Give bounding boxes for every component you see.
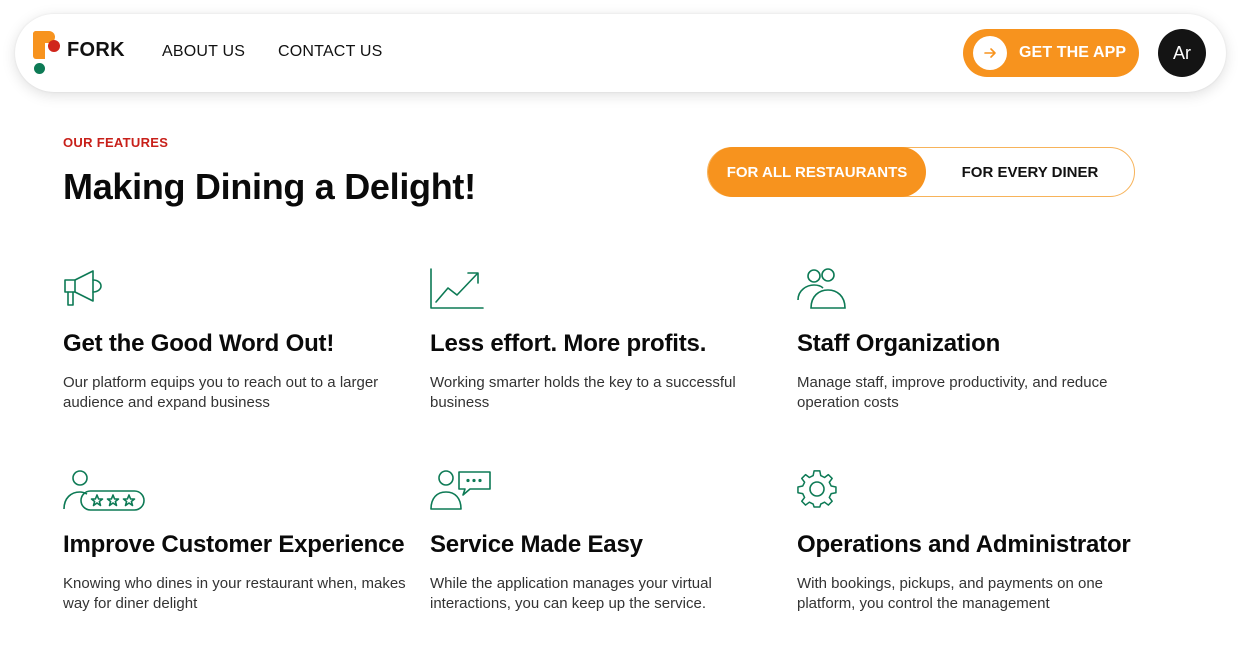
brand-name: FORK xyxy=(67,38,125,61)
megaphone-icon xyxy=(63,268,408,312)
growth-chart-icon xyxy=(430,268,775,312)
feature-title: Service Made Easy xyxy=(430,531,643,558)
nav-link-contact-us[interactable]: CONTACT US xyxy=(278,43,383,61)
section-eyebrow: OUR FEATURES xyxy=(63,135,169,150)
section-headline: Making Dining a Delight! xyxy=(63,166,476,207)
toggle-for-all-restaurants[interactable]: FOR ALL RESTAURANTS xyxy=(708,147,926,197)
feature-description: Our platform equips you to reach out to … xyxy=(63,374,379,411)
feature-card: Less effort. More profits. Working smart… xyxy=(430,268,775,411)
feature-card: Get the Good Word Out! Our platform equi… xyxy=(63,268,408,411)
feature-title: Improve Customer Experience xyxy=(63,531,405,558)
feature-description: With bookings, pickups, and payments on … xyxy=(797,575,1104,612)
audience-toggle: FOR ALL RESTAURANTS FOR EVERY DINER xyxy=(707,147,1135,197)
feature-description: Manage staff, improve productivity, and … xyxy=(797,374,1108,411)
chat-support-icon xyxy=(430,469,775,513)
toggle-for-every-diner[interactable]: FOR EVERY DINER xyxy=(926,148,1134,196)
top-navbar: FORK ABOUT US CONTACT US GET THE APP Ar xyxy=(15,14,1226,92)
fork-logo[interactable]: FORK xyxy=(33,31,125,75)
feature-description: While the application manages your virtu… xyxy=(430,575,712,612)
feature-title: Operations and Administrator xyxy=(797,531,1131,558)
fork-logo-mark xyxy=(33,31,63,75)
feature-card: Improve Customer Experience Knowing who … xyxy=(63,469,408,612)
customer-rating-icon xyxy=(63,469,408,513)
get-the-app-button[interactable]: GET THE APP xyxy=(963,29,1139,77)
nav-link-about-us[interactable]: ABOUT US xyxy=(162,43,245,61)
user-avatar[interactable]: Ar xyxy=(1158,29,1206,77)
feature-title: Get the Good Word Out! xyxy=(63,330,335,357)
arrow-right-icon xyxy=(973,36,1007,70)
feature-description: Working smarter holds the key to a succe… xyxy=(430,374,736,411)
feature-description: Knowing who dines in your restaurant whe… xyxy=(63,575,406,612)
get-the-app-label: GET THE APP xyxy=(1019,44,1127,61)
gear-icon xyxy=(797,469,1142,513)
feature-title: Staff Organization xyxy=(797,330,1001,357)
feature-card: Operations and Administrator With bookin… xyxy=(797,469,1142,612)
feature-card: Service Made Easy While the application … xyxy=(430,469,775,612)
staff-group-icon xyxy=(797,268,1142,312)
feature-card: Staff Organization Manage staff, improve… xyxy=(797,268,1142,411)
feature-title: Less effort. More profits. xyxy=(430,330,707,357)
